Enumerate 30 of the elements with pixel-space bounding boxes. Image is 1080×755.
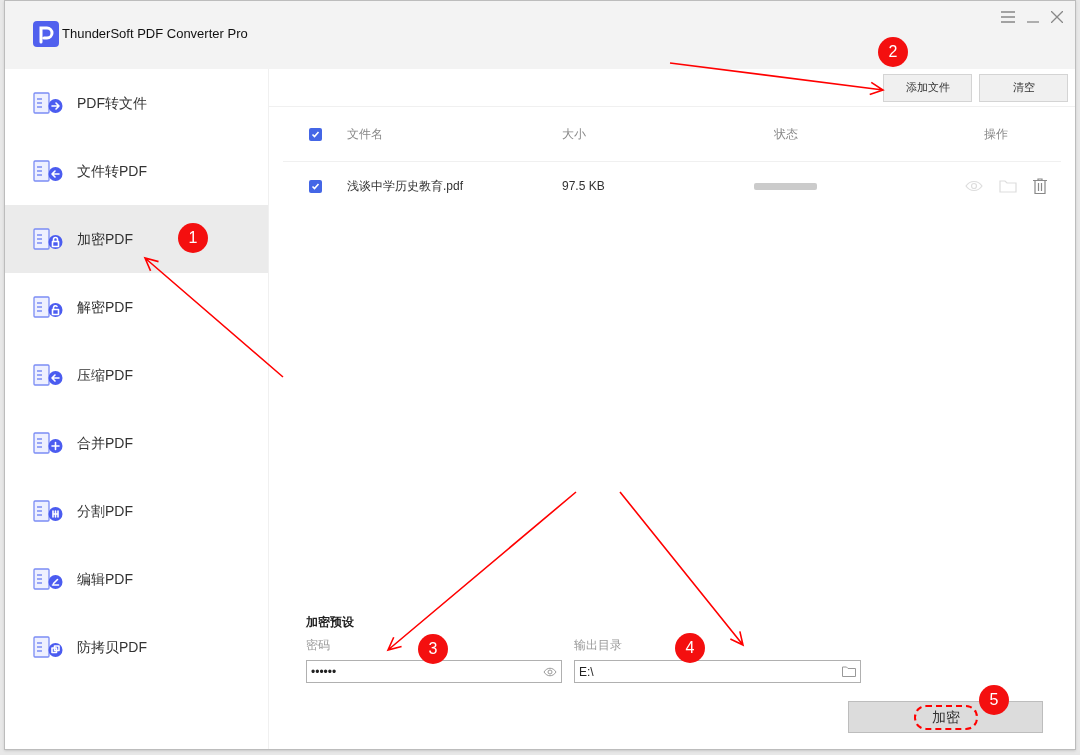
eye-icon[interactable] — [543, 666, 557, 677]
document-icon — [33, 431, 63, 455]
section-title: 加密预设 — [306, 614, 355, 631]
column-header: 操作 — [984, 126, 1008, 143]
field-label: 输出目录 — [574, 637, 622, 654]
trash-icon[interactable] — [1033, 178, 1047, 194]
folder-icon[interactable] — [842, 666, 856, 677]
password-field[interactable]: •••••• — [306, 660, 562, 683]
file-size: 97.5 KB — [562, 178, 606, 195]
document-icon — [33, 91, 63, 115]
window-title: ThunderSoft PDF Converter Pro — [62, 25, 248, 44]
column-header: 文件名 — [347, 126, 384, 143]
close-icon[interactable] — [1051, 11, 1063, 23]
add-file-button[interactable]: 添加文件 — [883, 73, 972, 102]
column-header: 状态 — [774, 126, 799, 143]
output-folder-field[interactable]: E:\ — [574, 660, 861, 683]
document-icon — [33, 295, 63, 319]
field-label: 密码 — [306, 637, 330, 654]
document-icon — [33, 363, 63, 387]
clear-button[interactable]: 清空 — [979, 73, 1068, 102]
document-icon — [33, 499, 63, 523]
document-icon — [33, 159, 63, 183]
document-icon — [33, 567, 63, 591]
column-header: 大小 — [562, 126, 587, 143]
file-name: 浅谈中学历史教育.pdf — [347, 178, 464, 195]
document-icon — [33, 635, 63, 659]
document-icon — [33, 227, 63, 251]
status-bar-placeholder — [754, 182, 817, 190]
menu-icon[interactable] — [1001, 11, 1015, 23]
app-logo-icon — [33, 21, 59, 47]
